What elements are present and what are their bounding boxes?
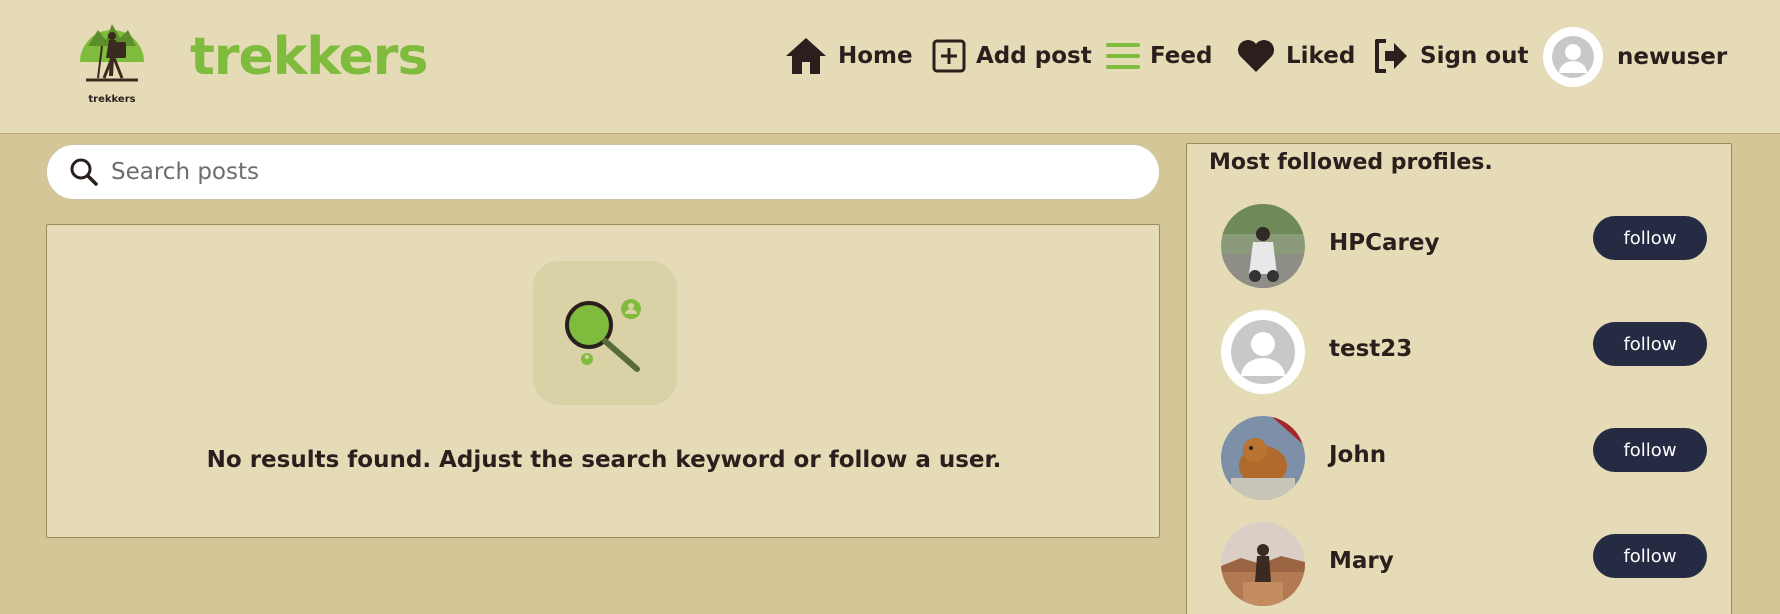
follow-button[interactable]: follow: [1593, 428, 1707, 472]
nav-sign-out[interactable]: Sign out: [1372, 34, 1528, 78]
magnifier-icon: [565, 299, 641, 372]
avatar-photo-icon: [1221, 416, 1305, 500]
profile-name[interactable]: Mary: [1329, 548, 1394, 574]
brand-name[interactable]: trekkers: [190, 22, 428, 92]
follow-button[interactable]: follow: [1593, 322, 1707, 366]
sidebar-title: Most followed profiles.: [1209, 150, 1493, 175]
heart-icon: [1238, 40, 1274, 72]
hiker-logo-icon: [80, 24, 144, 82]
follow-button[interactable]: follow: [1593, 216, 1707, 260]
profile-name[interactable]: test23: [1329, 336, 1412, 362]
nav-sign-out-label: Sign out: [1420, 43, 1529, 69]
username: newuser: [1617, 44, 1728, 70]
plus-square-icon: [932, 39, 966, 73]
default-avatar-icon: [1231, 320, 1295, 384]
profile-item: John follow: [1221, 416, 1711, 500]
logo-text: trekkers: [88, 94, 136, 105]
brand-logo[interactable]: trekkers: [76, 16, 148, 112]
nav-add-post[interactable]: Add post: [932, 34, 1092, 78]
profile-item: Mary follow: [1221, 522, 1711, 606]
feed-lines-icon: [1106, 43, 1140, 69]
profile-avatar[interactable]: [1221, 204, 1305, 288]
top-navbar: trekkers trekkers Home Add post Feed Lik…: [0, 0, 1780, 134]
nav-home-label: Home: [838, 43, 913, 69]
nav-profile[interactable]: newuser: [1543, 27, 1727, 87]
no-results-message: No results found. Adjust the search keyw…: [206, 447, 1002, 473]
profile-avatar[interactable]: [1221, 416, 1305, 500]
sign-out-icon: [1375, 39, 1407, 73]
search-bar: [46, 144, 1160, 200]
default-avatar-icon: [1552, 36, 1594, 78]
profile-item: test23 follow: [1221, 310, 1711, 394]
nav-liked-label: Liked: [1286, 43, 1356, 69]
home-icon: [786, 38, 826, 74]
search-input[interactable]: [111, 159, 1111, 185]
profile-name[interactable]: HPCarey: [1329, 230, 1439, 256]
nav-add-post-label: Add post: [976, 43, 1092, 69]
profile-avatar[interactable]: [1221, 522, 1305, 606]
nav-home[interactable]: Home: [784, 34, 913, 78]
nav-liked[interactable]: Liked: [1236, 34, 1355, 78]
user-avatar: [1543, 27, 1603, 87]
profile-avatar[interactable]: [1221, 310, 1305, 394]
profile-name[interactable]: John: [1329, 442, 1386, 468]
nav-feed-label: Feed: [1150, 43, 1213, 69]
search-icon: [70, 158, 98, 186]
search-results-panel: No results found. Adjust the search keyw…: [46, 224, 1160, 538]
avatar-photo-icon: [1221, 204, 1305, 288]
follow-button[interactable]: follow: [1593, 534, 1707, 578]
most-followed-sidebar: Most followed profiles. HPCarey follow t…: [1186, 143, 1732, 614]
avatar-photo-icon: [1221, 522, 1305, 606]
nav-feed[interactable]: Feed: [1106, 34, 1212, 78]
profile-item: HPCarey follow: [1221, 204, 1711, 288]
no-results-illustration: [533, 261, 677, 405]
